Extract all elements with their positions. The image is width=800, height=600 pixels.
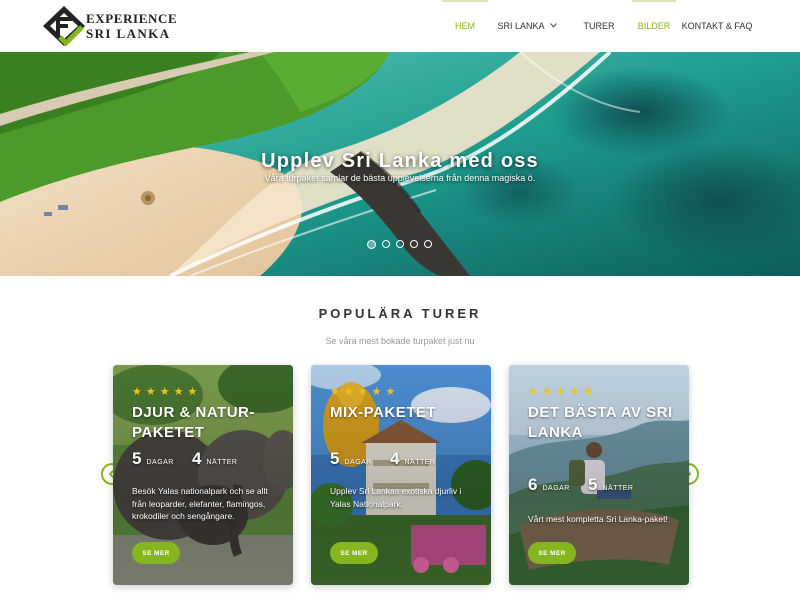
nav-item-sri-lanka[interactable]: SRI LANKA [488,0,566,52]
nights-stat: 5 NÄTTER [588,475,633,495]
slider-dot[interactable] [396,240,404,248]
logo-text-line1: EXPERIENCE [86,11,178,26]
see-more-button[interactable]: SE MER [132,542,180,564]
slider-dot[interactable] [367,240,376,249]
nights-label: NÄTTER [404,459,436,466]
site-logo[interactable]: EXPERIENCE SRI LANKA [42,5,182,47]
see-more-button[interactable]: SE MER [528,542,576,564]
nights-value: 4 [390,449,400,468]
hero-slider[interactable]: Upplev Sri Lanka med oss Våra turpaket s… [0,52,800,276]
days-stat: 5 DAGAR [132,449,174,469]
slider-dot[interactable] [410,240,418,248]
nav-item-hem[interactable]: HEM [442,0,488,52]
days-label: DAGAR [542,485,570,492]
logo-mark-icon [43,6,85,47]
nav-item-bilder[interactable]: BILDER [632,0,676,52]
slider-dot[interactable] [424,240,432,248]
section-subtitle: Se våra mest bokade turpaket just nu [325,336,475,346]
nights-value: 5 [588,475,598,494]
rating-stars: ★★★★★ [330,386,400,398]
card-title: DET BÄSTA AV SRI LANKA [528,404,673,441]
nights-value: 4 [192,449,202,468]
days-label: DAGAR [344,459,372,466]
section-title: POPULÄRA TURER [318,306,482,321]
hero-subtitle: Våra turpaket samlar de bästa upplevelse… [264,173,536,183]
nights-label: NÄTTER [602,485,634,492]
slider-dot[interactable] [382,240,390,248]
tour-card[interactable]: ★★★★★ DET BÄSTA AV SRI LANKA 6 DAGAR 5 N… [509,365,689,585]
card-title: MIX-PAKETET [330,404,437,421]
see-more-button[interactable]: SE MER [330,542,378,564]
nav-item-turer[interactable]: TURER [566,0,632,52]
nav-item-label: SRI LANKA [497,21,545,31]
site-header: EXPERIENCE SRI LANKA HEM SRI LANKA TURER… [0,0,800,52]
hero-title: Upplev Sri Lanka med oss [261,150,539,172]
main-nav: HEM SRI LANKA TURER BILDER KONTAKT & FAQ [442,0,758,52]
slider-pagination [367,240,432,249]
nav-item-label: BILDER [637,21,671,31]
card-description: Vårt mest kompletta Sri Lanka-paket! [528,514,668,524]
days-value: 6 [528,475,538,494]
nights-stat: 4 NÄTTER [192,449,237,469]
days-value: 5 [330,449,340,468]
days-stat: 5 DAGAR [330,449,372,469]
nights-label: NÄTTER [206,459,238,466]
days-label: DAGAR [146,459,174,466]
days-value: 5 [132,449,142,468]
tour-card[interactable]: ★★★★★ MIX-PAKETET 5 DAGAR 4 NÄTTER Upple… [311,365,491,585]
days-stat: 6 DAGAR [528,475,570,495]
logo-text-line2: SRI LANKA [86,26,171,41]
nav-item-label: TURER [583,21,615,31]
rating-stars: ★★★★★ [132,386,202,398]
nav-item-kontakt-faq[interactable]: KONTAKT & FAQ [676,0,758,52]
rating-stars: ★★★★★ [528,386,598,398]
card-title: DJUR & NATUR-PAKETET [132,404,255,441]
card-description: Upplev Sri Lankas exotiska djurliv i Yal… [330,486,462,509]
nav-item-label: KONTAKT & FAQ [681,21,753,31]
card-description: Besök Yalas nationalpark och se allt frå… [132,486,268,521]
nav-item-label: HEM [455,21,475,31]
tour-card[interactable]: ★★★★★ DJUR & NATUR-PAKETET 5 DAGAR 4 NÄT… [113,365,293,585]
nights-stat: 4 NÄTTER [390,449,435,469]
chevron-down-icon [549,22,557,30]
